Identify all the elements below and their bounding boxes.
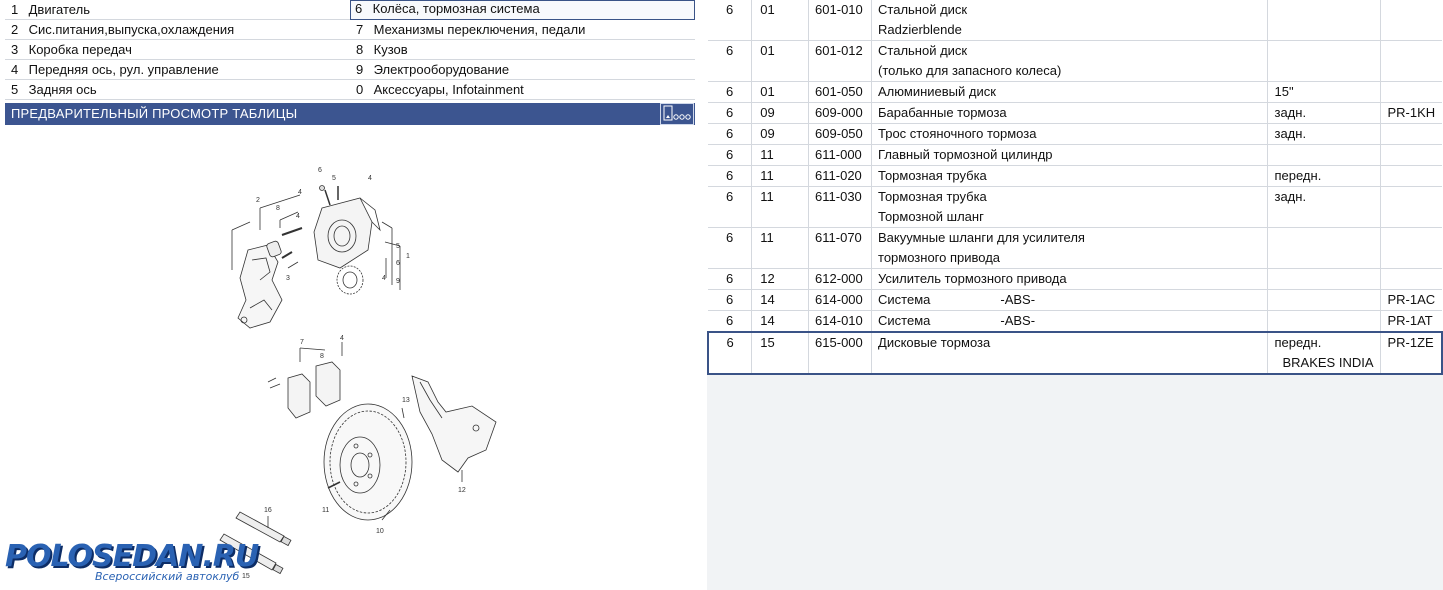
table-row[interactable]: 6 01 601-012 Стальной диск (только для за…: [708, 40, 1442, 82]
callout-6-top: 6: [318, 167, 322, 174]
callout-10: 10: [376, 528, 384, 535]
group-0[interactable]: 0 Аксессуары, Infotainment: [350, 80, 695, 100]
zoom-illustration-button[interactable]: [660, 103, 694, 125]
group-1[interactable]: 1 Двигатель: [5, 0, 350, 20]
group-5[interactable]: 5 Задняя ось: [5, 80, 350, 100]
callout-4-right: 4: [382, 275, 386, 282]
brake-caliper: [313, 185, 381, 269]
table-row[interactable]: 6 11 611-070 Вакуумные шланги для усилит…: [708, 227, 1442, 269]
table-row-selected[interactable]: 6 15 615-000 Дисковые тормоза передн. BRA…: [707, 331, 1443, 375]
table-row[interactable]: 6 01 601-050 Алюминиевый диск 15": [708, 81, 1442, 103]
left-panel: 1 Двигатель 6 Колёса, тормозная система …: [0, 0, 700, 590]
table-row[interactable]: 6 12 612-000 Усилитель тормозного привод…: [708, 268, 1442, 290]
splash-shield: [411, 375, 497, 482]
brake-disc: [323, 403, 413, 521]
table-row[interactable]: 6 09 609-000 Барабанные тормоза задн. PR…: [708, 102, 1442, 124]
callout-12: 12: [458, 487, 466, 494]
callout-4-mid: 4: [298, 189, 302, 196]
caliper-bracket: [237, 244, 283, 329]
callout-16: 16: [264, 507, 272, 514]
callout-5-top: 5: [332, 175, 336, 182]
abs-ring: [336, 265, 364, 295]
callout-4-pad: 4: [340, 335, 344, 342]
table-row[interactable]: 6 09 609-050 Трос стояночного тормоза за…: [708, 123, 1442, 145]
table-row[interactable]: 6 11 611-030 Тормозная трубка Тормозной ш…: [708, 186, 1442, 228]
parts-table-panel: 6 01 601-010 Стальной диск Radzierblende …: [707, 0, 1443, 590]
callout-8-top: 8: [276, 205, 280, 212]
callout-7: 7: [300, 339, 304, 346]
group-8[interactable]: 8 Кузов: [350, 40, 695, 60]
club-logo: POLOSEDAN.RU Всероссийский автоклуб: [5, 540, 265, 590]
brake-exploded-diagram: 6 5 4 4 2 8 4 3 5 1 6 4 9 7 8 4 13 11 10…: [219, 167, 497, 580]
callout-4-left: 4: [296, 213, 300, 220]
table-preview-title: ПРЕДВАРИТЕЛЬНЫЙ ПРОСМОТР ТАБЛИЦЫ: [11, 106, 298, 121]
callout-11: 11: [322, 507, 329, 514]
main-group-list: 1 Двигатель 6 Колёса, тормозная система …: [5, 0, 695, 100]
callout-1: 1: [406, 253, 410, 260]
logo-tagline: Всероссийский автоклуб: [95, 570, 240, 583]
table-row[interactable]: 6 14 614-000 Система -ABS- PR-1AC: [708, 289, 1442, 311]
magnify-illustration-icon: [663, 105, 691, 121]
callout-4-top: 4: [368, 175, 372, 182]
brake-pads: [267, 342, 343, 419]
table-preview-header: ПРЕДВАРИТЕЛЬНЫЙ ПРОСМОТР ТАБЛИЦЫ: [5, 103, 695, 125]
table-row[interactable]: 6 14 614-010 Система -ABS- PR-1AT: [708, 310, 1442, 333]
group-9[interactable]: 9 Электрооборудование: [350, 60, 695, 80]
callout-5-right: 5: [396, 243, 400, 250]
group-7[interactable]: 7 Механизмы переключения, педали: [350, 20, 695, 40]
callout-6-right: 6: [396, 260, 400, 267]
callout-2: 2: [256, 197, 260, 204]
callout-8-pad: 8: [320, 353, 324, 360]
table-row[interactable]: 6 01 601-010 Стальной диск Radzierblende: [708, 0, 1442, 41]
logo-wordmark: POLOSEDAN.RU: [5, 539, 259, 574]
callout-13: 13: [402, 397, 410, 404]
parts-table: 6 01 601-010 Стальной диск Radzierblende …: [707, 0, 1443, 375]
table-row[interactable]: 6 11 611-020 Тормозная трубка передн.: [708, 165, 1442, 187]
callout-9: 9: [396, 278, 400, 285]
table-row[interactable]: 6 11 611-000 Главный тормозной цилиндр: [708, 144, 1442, 166]
group-6-selected[interactable]: 6 Колёса, тормозная система: [350, 0, 695, 20]
group-2[interactable]: 2 Сис.питания,выпуска,охлаждения: [5, 20, 350, 40]
group-4[interactable]: 4 Передняя ось, рул. управление: [5, 60, 350, 80]
group-3[interactable]: 3 Коробка передач: [5, 40, 350, 60]
callout-3: 3: [286, 275, 290, 282]
